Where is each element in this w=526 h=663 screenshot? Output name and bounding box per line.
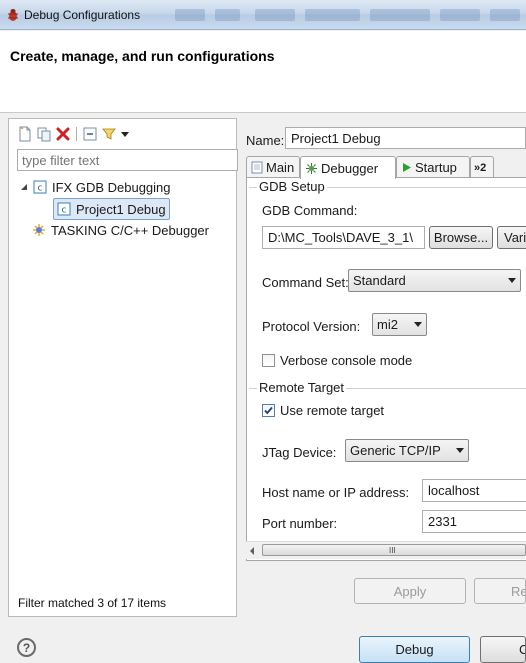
svg-text:c: c: [38, 184, 43, 194]
startup-play-icon: [403, 163, 411, 172]
dialog-header: Create, manage, and run configurations: [0, 31, 526, 113]
tab-strip: Main Debugger Startup »2: [246, 156, 526, 179]
tab-debugger[interactable]: Debugger: [300, 156, 396, 179]
svg-text:c: c: [62, 206, 67, 216]
blurred-taskbar: [215, 9, 240, 21]
jtag-device-label: JTag Device:: [262, 445, 337, 460]
tab-main[interactable]: Main: [246, 156, 300, 178]
gdb-command-label: GDB Command:: [262, 203, 358, 218]
debugger-tab-content: GDB Setup GDB Command: D:\MC_Tools\DAVE_…: [246, 177, 526, 561]
tree-item-project1-debug[interactable]: c Project1 Debug: [53, 198, 170, 220]
toolbar-separator: [76, 127, 77, 141]
tree-item-label: Project1 Debug: [76, 201, 166, 217]
delete-icon[interactable]: [55, 126, 71, 142]
gdb-command-input[interactable]: D:\MC_Tools\DAVE_3_1\: [262, 226, 425, 249]
tree-item-label: TASKING C/C++ Debugger: [51, 222, 209, 238]
filter-icon[interactable]: [101, 126, 117, 142]
use-remote-target-label: Use remote target: [280, 403, 385, 418]
port-number-input[interactable]: 2331: [422, 510, 526, 533]
chevron-down-icon: [414, 322, 422, 327]
horizontal-scrollbar[interactable]: III: [246, 541, 526, 559]
title-bar[interactable]: Debug Configurations: [0, 0, 526, 30]
tree-toolbar: [17, 125, 130, 143]
verbose-console-checkbox[interactable]: [262, 354, 275, 367]
help-icon[interactable]: ?: [17, 638, 36, 657]
command-set-label: Command Set:: [262, 275, 349, 290]
name-label: Name:: [246, 133, 285, 148]
chevron-down-icon: [508, 278, 516, 283]
tab-startup[interactable]: Startup: [396, 156, 470, 178]
host-name-input[interactable]: localhost: [422, 479, 526, 502]
debugger-tab-icon: [306, 162, 317, 174]
tree-item-ifx-gdb[interactable]: c IFX GDB Debugging: [19, 177, 171, 197]
blurred-taskbar: [175, 9, 205, 21]
configuration-editor-pane: Name: Project1 Debug Main Debugger Start…: [240, 118, 526, 617]
protocol-version-label: Protocol Version:: [262, 319, 361, 334]
protocol-version-select[interactable]: mi2: [372, 313, 427, 336]
variables-button[interactable]: Vari: [497, 226, 526, 249]
page-title: Create, manage, and run configurations: [10, 48, 275, 64]
blurred-taskbar: [440, 9, 480, 21]
configuration-name-input[interactable]: Project1 Debug: [285, 127, 526, 149]
command-set-select[interactable]: Standard: [348, 269, 521, 292]
configuration-tree-pane: c IFX GDB Debugging c Project1 Debug TAS…: [8, 118, 238, 617]
revert-button[interactable]: Re: [474, 578, 526, 604]
window-title: Debug Configurations: [24, 8, 141, 22]
filter-input[interactable]: [17, 149, 238, 171]
debug-bug-icon: [8, 9, 18, 21]
blurred-taskbar: [370, 9, 430, 21]
tasking-debug-icon: [33, 224, 45, 236]
collapse-all-icon[interactable]: [82, 126, 98, 142]
browse-button[interactable]: Browse...: [429, 226, 493, 249]
scroll-left-icon[interactable]: [250, 547, 254, 555]
host-name-label: Host name or IP address:: [262, 485, 410, 500]
new-configuration-icon[interactable]: [17, 126, 33, 142]
remote-target-group-title: Remote Target: [257, 380, 347, 395]
tree-item-tasking[interactable]: TASKING C/C++ Debugger: [32, 220, 209, 240]
blurred-taskbar: [305, 9, 360, 21]
duplicate-icon[interactable]: [36, 126, 52, 142]
jtag-device-select[interactable]: Generic TCP/IP: [345, 439, 469, 462]
view-menu-icon[interactable]: [120, 126, 130, 142]
main-tab-icon: [251, 161, 263, 174]
expand-triangle-icon[interactable]: [19, 182, 29, 192]
blurred-taskbar: [490, 9, 520, 21]
verbose-console-label: Verbose console mode: [280, 353, 413, 368]
c-config-icon: c: [33, 180, 47, 194]
blurred-taskbar: [255, 9, 295, 21]
scrollbar-thumb[interactable]: III: [262, 544, 526, 556]
checkmark-icon: [264, 406, 273, 415]
chevron-down-icon: [456, 448, 464, 453]
gdb-setup-group-title: GDB Setup: [257, 179, 327, 194]
c-config-icon: c: [57, 202, 71, 216]
filter-status: Filter matched 3 of 17 items: [18, 596, 167, 610]
use-remote-target-checkbox[interactable]: [262, 404, 275, 417]
apply-button[interactable]: Apply: [354, 578, 466, 604]
port-number-label: Port number:: [262, 516, 338, 531]
scrollbar-grip: III: [389, 546, 396, 555]
tree-item-label: IFX GDB Debugging: [52, 179, 171, 195]
tab-overflow[interactable]: »2: [470, 156, 494, 178]
